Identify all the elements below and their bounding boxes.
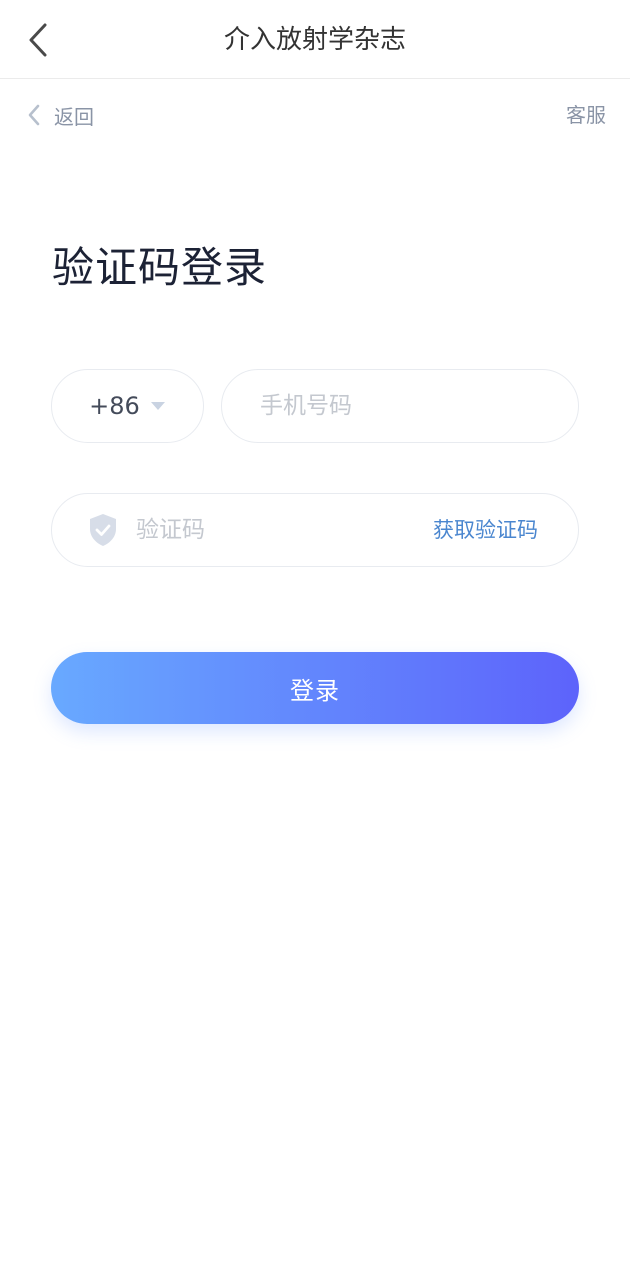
get-code-button[interactable]: 获取验证码 — [433, 494, 538, 566]
page-heading: 验证码登录 — [52, 243, 268, 292]
country-code-value: +86 — [89, 392, 140, 420]
back-link-label: 返回 — [54, 104, 94, 129]
verification-code-input[interactable] — [136, 506, 396, 554]
country-code-selector[interactable]: +86 — [51, 369, 204, 443]
nav-title: 介入放射学杂志 — [223, 25, 406, 55]
top-navbar: 介入放射学杂志 — [0, 0, 630, 79]
verification-code-field: 获取验证码 — [51, 493, 579, 567]
phone-number-input[interactable] — [221, 369, 579, 443]
sub-header: 返回 客服 — [0, 95, 630, 135]
customer-service-link[interactable]: 客服 — [566, 95, 606, 135]
chevron-left-icon — [28, 104, 40, 126]
caret-down-icon — [150, 402, 165, 410]
shield-check-icon — [90, 514, 116, 546]
back-link[interactable]: 返回 — [26, 95, 94, 135]
login-page: 介入放射学杂志 返回 客服 验证码登录 +86 获取验证码 登录 — [0, 0, 630, 1280]
login-button[interactable]: 登录 — [51, 652, 579, 724]
